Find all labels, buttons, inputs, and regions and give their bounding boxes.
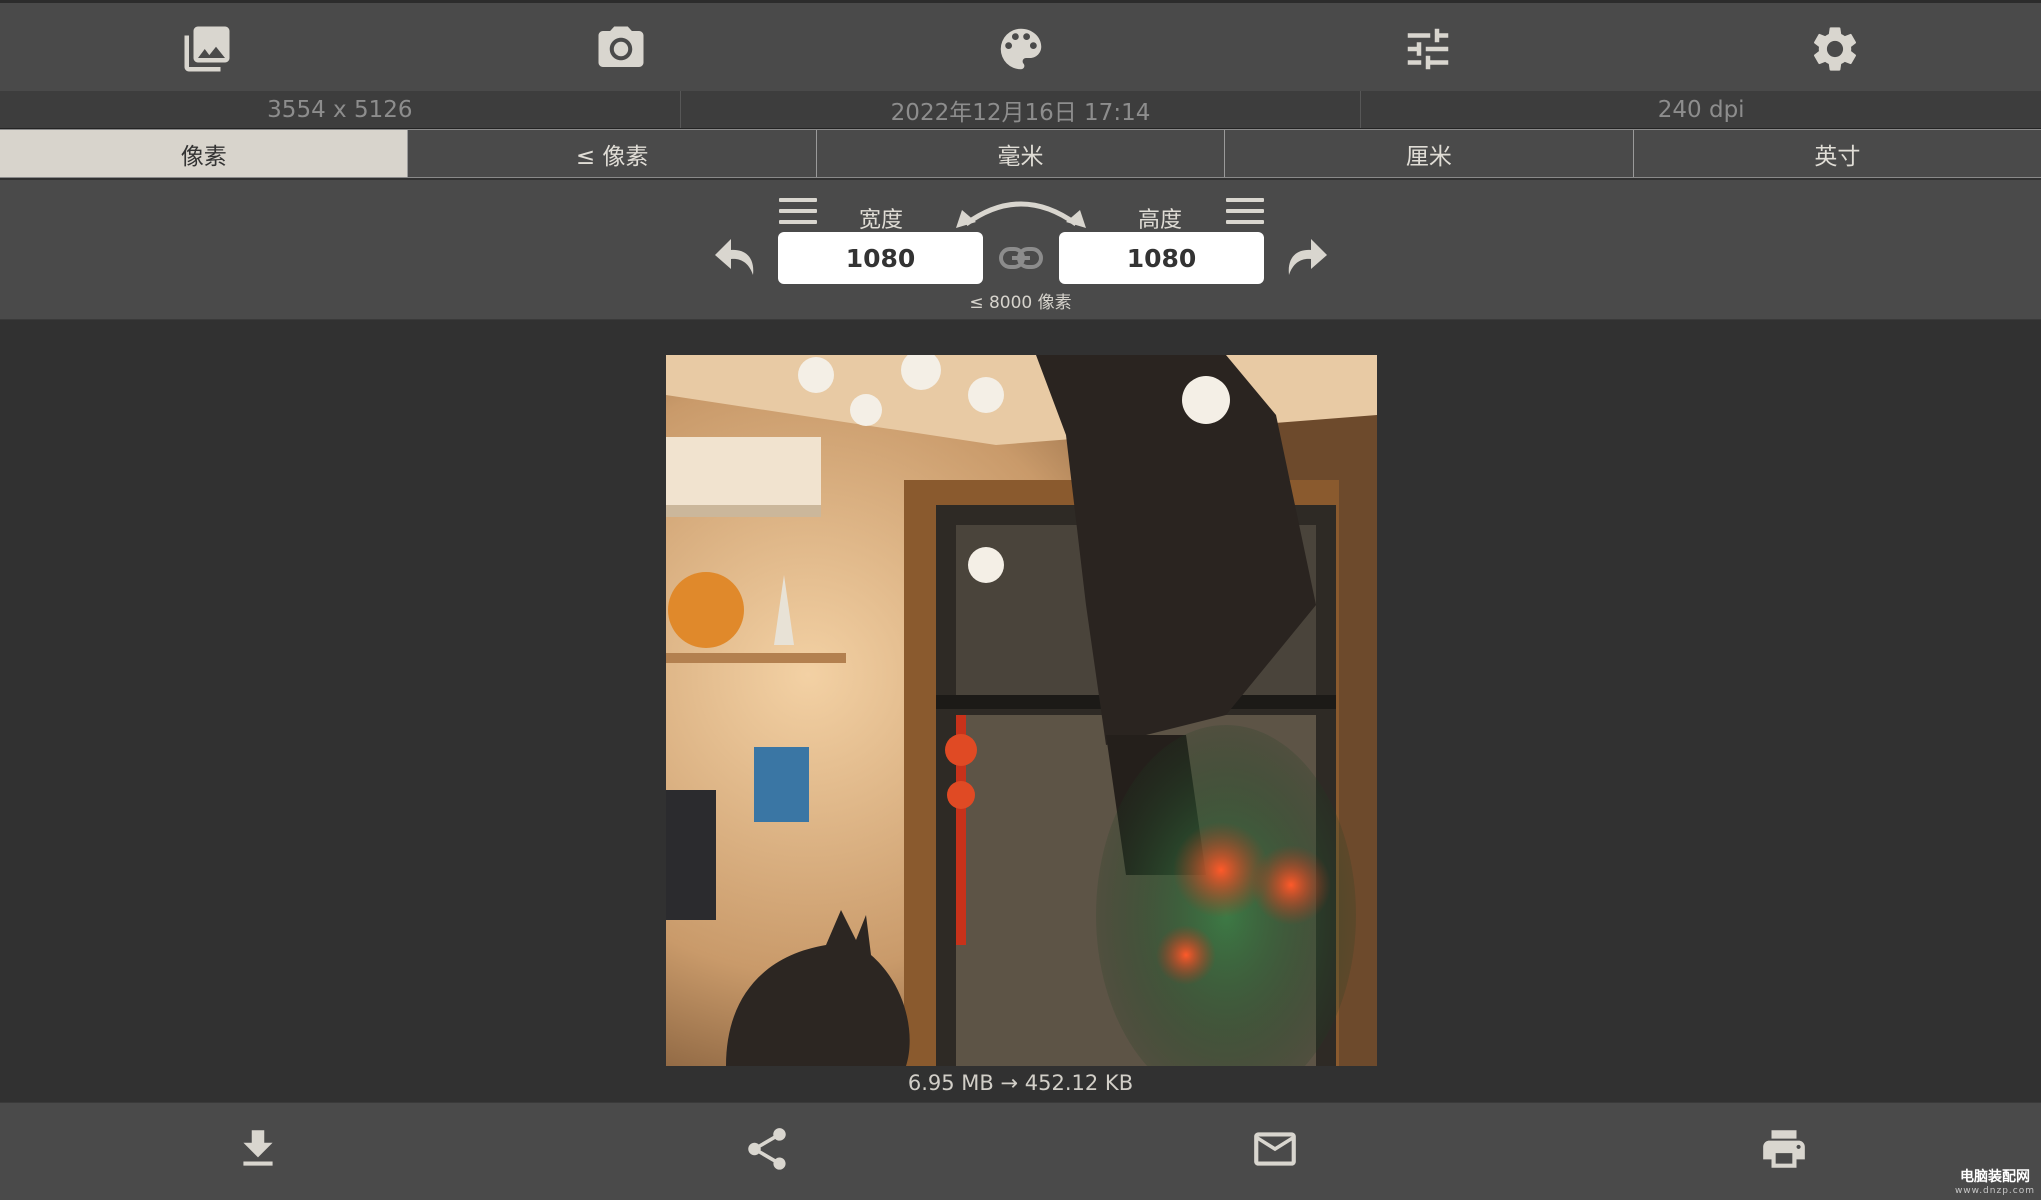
print-button[interactable] <box>1754 1121 1814 1177</box>
menu-icon <box>779 198 817 224</box>
resize-panel: 宽度 高度 ≤ 8000 像素 <box>0 180 2041 320</box>
image-dpi: 240 dpi <box>1657 96 1745 123</box>
tab-millimeters[interactable]: 毫米 <box>817 130 1226 177</box>
save-button[interactable] <box>228 1121 288 1177</box>
watermark-url: www.dnzp.com <box>1954 1186 2035 1196</box>
mail-icon <box>1254 1132 1296 1166</box>
image-date: 2022年12月16日 17:14 <box>681 91 1362 128</box>
unit-selector: 像素 ≤ 像素 毫米 厘米 英寸 <box>0 129 2041 178</box>
height-label: 高度 <box>1137 208 1182 233</box>
image-info-bar: 3554 x 5126 2022年12月16日 17:14 240 dpi <box>0 91 2041 129</box>
printer-icon <box>1763 1130 1805 1168</box>
watermark: 电脑装配网 www.dnzp.com <box>1955 1166 2035 1196</box>
photo-image <box>666 355 1377 1066</box>
palette-icon <box>1000 28 1042 70</box>
camera-icon <box>598 26 644 67</box>
tab-centimeters[interactable]: 厘米 <box>1225 130 1634 177</box>
mail-button[interactable] <box>1245 1121 1305 1177</box>
gear-icon <box>1813 27 1857 71</box>
gallery-icon <box>184 26 230 72</box>
palette-button[interactable] <box>991 21 1051 77</box>
share-button[interactable] <box>737 1121 797 1177</box>
undo-button[interactable] <box>712 230 762 280</box>
top-toolbar <box>0 0 2041 91</box>
file-size-change: 6.95 MB → 452.12 KB <box>907 1071 1134 1095</box>
swap-dimensions-button[interactable] <box>952 190 1090 230</box>
width-label: 宽度 <box>858 208 903 233</box>
camera-button[interactable] <box>591 21 651 77</box>
height-presets-button[interactable] <box>1225 196 1265 226</box>
menu-icon <box>1226 198 1264 224</box>
tab-pixels[interactable]: 像素 <box>0 130 409 177</box>
link-icon <box>999 247 1043 269</box>
aspect-lock-button[interactable] <box>998 242 1044 274</box>
undo-arrow-icon <box>715 239 754 275</box>
tab-max-pixels[interactable]: ≤ 像素 <box>408 130 817 177</box>
max-size-hint: ≤ 8000 像素 <box>969 293 1072 313</box>
tab-inches[interactable]: 英寸 <box>1634 130 2041 177</box>
redo-arrow-icon <box>1288 239 1327 275</box>
download-icon <box>243 1130 273 1166</box>
photo-preview <box>666 355 1377 1066</box>
watermark-title: 电脑装配网 <box>1959 1169 2030 1185</box>
redo-button[interactable] <box>1280 230 1330 280</box>
share-icon <box>748 1128 786 1170</box>
sliders-icon <box>1407 28 1449 70</box>
adjustments-button[interactable] <box>1398 21 1458 77</box>
settings-button[interactable] <box>1805 21 1865 77</box>
width-presets-button[interactable] <box>778 196 818 226</box>
image-dimensions: 3554 x 5126 <box>0 91 681 128</box>
gallery-button[interactable] <box>177 21 237 77</box>
width-input[interactable] <box>778 232 983 284</box>
height-input[interactable] <box>1059 232 1264 284</box>
bottom-toolbar: 电脑装配网 www.dnzp.com <box>0 1102 2041 1200</box>
swap-arrows-icon <box>956 201 1086 228</box>
